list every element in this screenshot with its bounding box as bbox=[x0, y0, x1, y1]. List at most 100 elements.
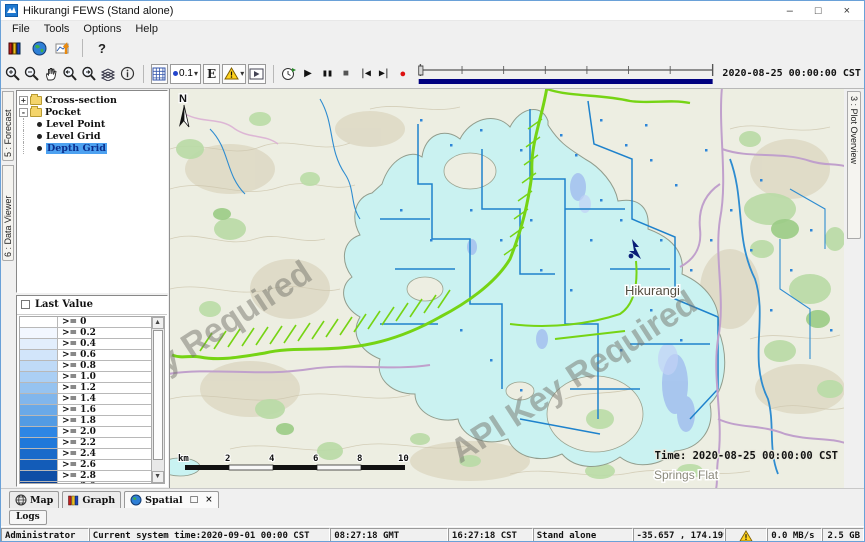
tab-graph[interactable]: Graph bbox=[62, 491, 121, 508]
panel-maximize-icon[interactable]: □ bbox=[190, 495, 199, 505]
legend-swatch bbox=[20, 405, 58, 415]
pan-hand-icon[interactable] bbox=[43, 64, 60, 84]
svg-text:N: N bbox=[179, 93, 187, 105]
left-panel: + Cross-section - Pocket Level Point Lev… bbox=[15, 89, 169, 488]
legend-label: >= 1.6 bbox=[58, 405, 96, 415]
tab-data-viewer[interactable]: 6 : Data Viewer bbox=[2, 165, 14, 261]
step-back-button[interactable]: |◀ bbox=[356, 64, 373, 84]
legend-label: >= 3.0 bbox=[58, 482, 96, 484]
maximize-button[interactable]: □ bbox=[815, 5, 822, 17]
logs-row: Logs bbox=[1, 508, 864, 526]
animation-dialog-button[interactable] bbox=[248, 64, 265, 84]
legend-scrollbar[interactable]: ▲ ▼ bbox=[151, 317, 164, 484]
interval-value: 0.1 bbox=[179, 68, 193, 79]
legend-swatch bbox=[20, 416, 58, 426]
expander-icon[interactable]: + bbox=[19, 96, 28, 105]
tree-item-depth-grid[interactable]: Depth Grid bbox=[19, 142, 165, 154]
map-display-icon[interactable] bbox=[29, 38, 49, 58]
map-time-label: Time: 2020-08-25 00:00:00 CST bbox=[654, 450, 837, 462]
export-animation-icon[interactable] bbox=[280, 64, 297, 84]
step-forward-button[interactable]: ▶| bbox=[375, 64, 392, 84]
status-transfer-rate: 0.0 MB/s bbox=[767, 528, 822, 542]
zoom-in-icon[interactable] bbox=[5, 64, 22, 84]
legend-swatch bbox=[20, 427, 58, 437]
record-button[interactable]: ● bbox=[394, 64, 411, 84]
menu-file[interactable]: File bbox=[5, 23, 37, 35]
scrollbar-thumb[interactable] bbox=[153, 330, 163, 460]
interval-dot-icon bbox=[173, 71, 178, 76]
folder-icon bbox=[30, 108, 42, 117]
legend-header: Last Value bbox=[17, 296, 167, 315]
zoom-out-icon[interactable] bbox=[24, 64, 41, 84]
legend-row: >= 1.0 bbox=[20, 372, 151, 383]
logs-button[interactable]: Logs bbox=[9, 510, 47, 525]
layer-tree: + Cross-section - Pocket Level Point Lev… bbox=[16, 90, 168, 293]
titlebar: Hikurangi FEWS (Stand alone) – □ × bbox=[1, 1, 864, 20]
zoom-next-icon[interactable] bbox=[81, 64, 98, 84]
info-icon[interactable] bbox=[119, 64, 136, 84]
bar-chart-icon bbox=[68, 495, 79, 506]
record-icon: ● bbox=[400, 68, 407, 80]
tab-label: Graph bbox=[82, 495, 115, 506]
app-logo-icon bbox=[5, 4, 18, 17]
tab-label: Map bbox=[30, 495, 53, 506]
tab-spatial[interactable]: Spatial □ × bbox=[124, 491, 218, 508]
tree-item-label: Depth Grid bbox=[46, 143, 107, 154]
legend-label: >= 1.4 bbox=[58, 394, 96, 404]
grid-display-button[interactable] bbox=[151, 64, 168, 84]
scroll-down-icon[interactable]: ▼ bbox=[152, 471, 164, 483]
tab-plot-overview[interactable]: 3 : Plot Overview bbox=[847, 91, 861, 239]
legend-label: >= 0.8 bbox=[58, 361, 96, 371]
play-icon: ▶ bbox=[304, 68, 312, 79]
status-warning[interactable] bbox=[725, 528, 767, 542]
elevation-scale-button[interactable]: E bbox=[203, 64, 220, 84]
timeseries-dialog-icon[interactable] bbox=[53, 38, 73, 58]
legend-row: >= 0.2 bbox=[20, 328, 151, 339]
menu-help[interactable]: Help bbox=[128, 23, 165, 35]
tab-forecast[interactable]: 5 : Forecast bbox=[2, 91, 14, 161]
database-status-icon[interactable] bbox=[5, 38, 25, 58]
layers-icon[interactable] bbox=[100, 64, 117, 84]
legend-swatch bbox=[20, 350, 58, 360]
legend-row: >= 2.2 bbox=[20, 438, 151, 449]
pause-button[interactable]: ▮▮ bbox=[318, 64, 335, 84]
map-canvas[interactable]: API Key Required API Key Required Hikura… bbox=[169, 89, 844, 488]
tree-item-pocket[interactable]: - Pocket bbox=[19, 106, 165, 118]
minimize-button[interactable]: – bbox=[787, 5, 793, 17]
place-label: Springs Flat bbox=[654, 468, 719, 482]
legend-swatch bbox=[20, 339, 58, 349]
svg-text:2: 2 bbox=[225, 454, 230, 464]
stop-button[interactable]: ■ bbox=[337, 64, 354, 84]
legend-row: >= 2.4 bbox=[20, 449, 151, 460]
pause-icon: ▮▮ bbox=[322, 68, 332, 79]
help-button[interactable]: ? bbox=[92, 38, 112, 58]
legend-label: >= 1.2 bbox=[58, 383, 96, 393]
warning-threshold-dropdown[interactable]: ▾ bbox=[222, 64, 246, 84]
legend-label: >= 2.4 bbox=[58, 449, 96, 459]
globe-wire-icon bbox=[15, 494, 27, 506]
scroll-up-icon[interactable]: ▲ bbox=[152, 317, 164, 329]
legend-swatch bbox=[20, 482, 58, 484]
legend-swatch bbox=[20, 394, 58, 404]
zoom-previous-icon[interactable] bbox=[62, 64, 79, 84]
play-button[interactable]: ▶ bbox=[299, 64, 316, 84]
chevron-down-icon: ▾ bbox=[194, 69, 198, 78]
timeline-span-bar bbox=[419, 79, 713, 84]
legend-row: >= 1.8 bbox=[20, 416, 151, 427]
tree-item-label: Cross-section bbox=[45, 95, 117, 106]
panel-close-icon[interactable]: × bbox=[205, 495, 213, 505]
last-value-checkbox[interactable] bbox=[21, 300, 30, 309]
close-button[interactable]: × bbox=[844, 5, 850, 17]
tree-item-cross-section[interactable]: + Cross-section bbox=[19, 94, 165, 106]
legend-swatch bbox=[20, 460, 58, 470]
main-toolbar: ? bbox=[1, 37, 864, 59]
menu-tools[interactable]: Tools bbox=[37, 23, 77, 35]
tree-item-level-point[interactable]: Level Point bbox=[19, 118, 165, 130]
expander-icon[interactable]: - bbox=[19, 108, 28, 117]
tree-item-level-grid[interactable]: Level Grid bbox=[19, 130, 165, 142]
menu-options[interactable]: Options bbox=[76, 23, 128, 35]
contour-interval-dropdown[interactable]: 0.1 ▾ bbox=[170, 64, 201, 84]
statusbar: Administrator Current system time:2020-0… bbox=[1, 526, 864, 542]
time-slider[interactable] bbox=[417, 61, 716, 87]
tab-map[interactable]: Map bbox=[9, 491, 59, 508]
